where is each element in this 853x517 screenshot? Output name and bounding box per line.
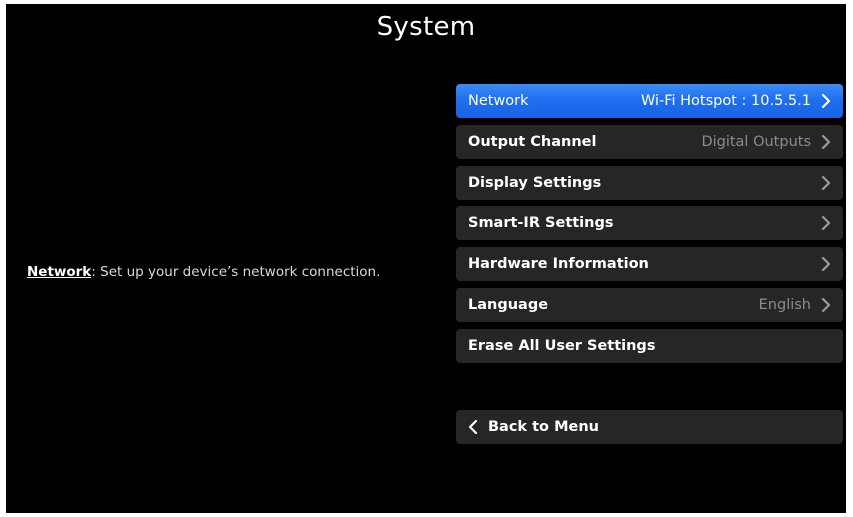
menu-item-value: Wi-Fi Hotspot : 10.5.5.1 [640, 93, 811, 109]
menu-item-hardware-information[interactable]: Hardware Information [456, 247, 843, 282]
description-text: : Set up your device’s network connectio… [91, 264, 381, 280]
chevron-right-icon [821, 257, 831, 272]
chevron-right-icon [821, 297, 831, 313]
chevron-right-icon [821, 175, 831, 190]
chevron-right-icon [821, 134, 831, 149]
menu-item-label: Smart-IR Settings [468, 215, 614, 232]
menu-item-smart-ir-settings[interactable]: Smart-IR Settings [456, 206, 843, 241]
chevron-right-icon [821, 216, 831, 231]
back-to-menu-button[interactable]: Back to Menu [456, 410, 843, 444]
description-key: Network [27, 264, 92, 280]
menu-item-label: Output Channel [468, 133, 597, 150]
chevron-left-icon [468, 419, 478, 435]
chevron-right-icon [821, 93, 831, 109]
menu-item-label: Language [468, 296, 549, 313]
menu-item-language[interactable]: Language English [456, 287, 843, 322]
item-description: Network: Set up your device’s network co… [27, 264, 380, 280]
menu-item-value: Digital Outputs [701, 133, 811, 150]
settings-menu: Network Wi-Fi Hotspot : 10.5.5.1 Output … [456, 84, 843, 370]
menu-item-label: Erase All User Settings [468, 337, 656, 354]
page-title: System [376, 12, 476, 42]
menu-item-erase-all-user-settings[interactable]: Erase All User Settings [456, 328, 843, 363]
menu-item-value: English [758, 296, 811, 313]
menu-item-output-channel[interactable]: Output Channel Digital Outputs [456, 124, 843, 159]
menu-item-label: Network [468, 93, 529, 109]
system-screen: System Network: Set up your device’s net… [6, 4, 846, 513]
menu-item-network[interactable]: Network Wi-Fi Hotspot : 10.5.5.1 [456, 84, 843, 118]
back-to-menu-label: Back to Menu [488, 419, 599, 435]
menu-item-label: Hardware Information [468, 256, 649, 273]
menu-item-label: Display Settings [468, 174, 602, 191]
menu-item-display-settings[interactable]: Display Settings [456, 165, 843, 200]
